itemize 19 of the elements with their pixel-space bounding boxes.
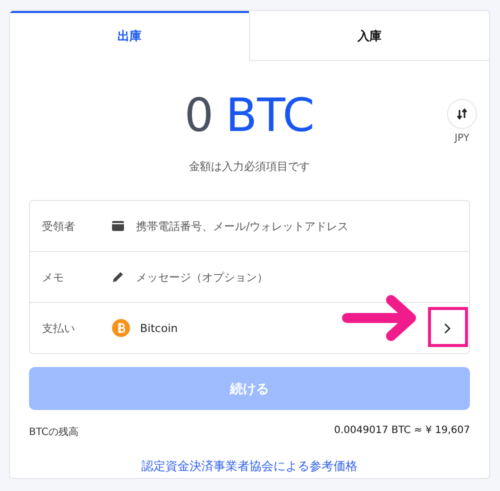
reference-price-link[interactable]: 認定資金決済事業者協会による参考価格 [142, 459, 358, 473]
currency-toggle-label: JPY [454, 133, 470, 144]
wallet-icon [112, 221, 124, 231]
bitcoin-coin-icon [112, 319, 130, 337]
amount-hint: 金額は入力必須項目です [188, 159, 311, 174]
balance-label: BTCの残高 [29, 426, 78, 439]
chevron-right-icon [444, 322, 451, 334]
payment-method: Bitcoin [140, 322, 179, 334]
field-label: 受領者 [42, 218, 76, 234]
pencil-icon [112, 271, 124, 283]
tab[interactable]: 入庫 [249, 11, 489, 61]
swap-button[interactable] [447, 99, 477, 129]
amount-value: 0 [184, 88, 214, 142]
swap-arrows-icon [456, 108, 468, 120]
field-label: メモ [42, 270, 65, 284]
currency-code: BTC [226, 88, 315, 142]
field-label: 支払い [42, 320, 76, 336]
highlight-frame [428, 307, 468, 347]
balance-value: 0.0049017 BTC ≈ ¥ 19,607 [334, 425, 470, 438]
